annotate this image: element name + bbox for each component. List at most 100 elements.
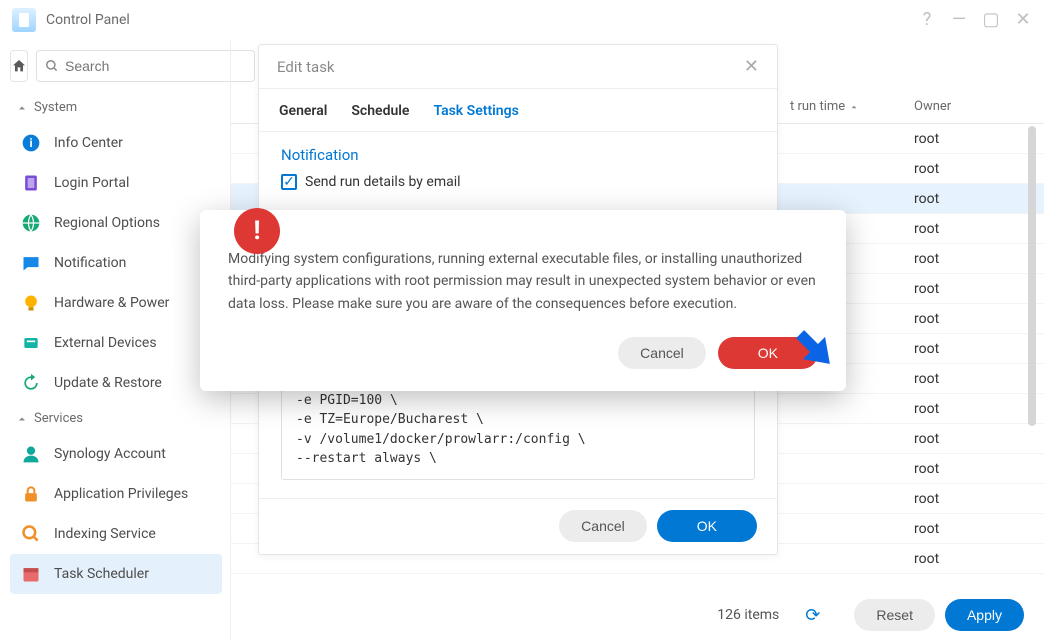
section-services[interactable]: Services bbox=[10, 403, 222, 434]
sidebar-item-login-portal[interactable]: Login Portal bbox=[10, 163, 222, 203]
cell-owner: root bbox=[904, 461, 1014, 477]
chevron-up-icon bbox=[16, 102, 28, 114]
sidebar-item-update-restore[interactable]: Update & Restore bbox=[10, 363, 222, 403]
scrollbar[interactable] bbox=[1028, 126, 1036, 586]
dialog-footer: Cancel OK bbox=[259, 498, 777, 554]
tab-task-settings[interactable]: Task Settings bbox=[433, 103, 518, 131]
sidebar-item-info-center[interactable]: i Info Center bbox=[10, 123, 222, 163]
close-icon[interactable]: ✕ bbox=[1014, 11, 1032, 29]
user-icon bbox=[21, 444, 41, 464]
dialog-title: Edit task bbox=[277, 58, 335, 76]
reset-button[interactable]: Reset bbox=[854, 599, 935, 631]
sidebar-item-regional-options[interactable]: Regional Options bbox=[10, 203, 222, 243]
sidebar-item-hardware-power[interactable]: Hardware & Power bbox=[10, 283, 222, 323]
window-title: Control Panel bbox=[46, 12, 130, 28]
col-runtime-label: t run time bbox=[790, 99, 845, 114]
tab-general[interactable]: General bbox=[279, 103, 327, 131]
refresh-icon bbox=[21, 373, 41, 393]
info-icon: i bbox=[21, 133, 41, 153]
sidebar-item-label: Hardware & Power bbox=[54, 295, 169, 311]
dialog-close-button[interactable]: ✕ bbox=[744, 56, 759, 77]
sidebar-item-label: External Devices bbox=[54, 335, 157, 351]
send-email-label: Send run details by email bbox=[305, 174, 461, 190]
home-icon bbox=[11, 58, 27, 74]
svg-text:i: i bbox=[29, 136, 32, 150]
dialog-tabs: General Schedule Task Settings bbox=[259, 89, 777, 132]
checkbox-checked-icon[interactable]: ✓ bbox=[281, 174, 297, 190]
maximize-icon[interactable]: ▢ bbox=[982, 11, 1000, 29]
warning-dialog: Modifying system configurations, running… bbox=[200, 210, 846, 391]
sidebar-item-label: Synology Account bbox=[54, 446, 166, 462]
bulb-icon bbox=[21, 293, 41, 313]
sidebar-item-label: Login Portal bbox=[54, 175, 129, 191]
sidebar-item-label: Task Scheduler bbox=[54, 566, 149, 582]
send-email-checkbox-row[interactable]: ✓ Send run details by email bbox=[281, 174, 755, 190]
arrow-annotation bbox=[786, 320, 842, 376]
door-icon bbox=[21, 173, 41, 193]
sidebar-item-application-privileges[interactable]: Application Privileges bbox=[10, 474, 222, 514]
search-icon bbox=[45, 59, 59, 73]
cell-owner: root bbox=[904, 281, 1014, 297]
cell-owner: root bbox=[904, 251, 1014, 267]
sidebar-item-indexing-service[interactable]: Indexing Service bbox=[10, 514, 222, 554]
sidebar-item-synology-account[interactable]: Synology Account bbox=[10, 434, 222, 474]
tab-schedule[interactable]: Schedule bbox=[351, 103, 409, 131]
title-bar: Control Panel ? — ▢ ✕ bbox=[0, 0, 1044, 40]
cell-owner: root bbox=[904, 341, 1014, 357]
sidebar-item-label: Notification bbox=[54, 255, 126, 271]
globe-icon bbox=[21, 213, 41, 233]
cell-owner: root bbox=[904, 221, 1014, 237]
cell-owner: root bbox=[904, 401, 1014, 417]
app-icon bbox=[12, 8, 36, 32]
dialog-header: Edit task ✕ bbox=[259, 45, 777, 89]
minimize-icon[interactable]: — bbox=[950, 11, 968, 29]
sidebar-item-external-devices[interactable]: External Devices bbox=[10, 323, 222, 363]
cell-owner: root bbox=[904, 161, 1014, 177]
device-icon bbox=[21, 333, 41, 353]
cell-owner: root bbox=[904, 131, 1014, 147]
warn-cancel-button[interactable]: Cancel bbox=[618, 337, 706, 369]
sort-asc-icon bbox=[849, 102, 859, 112]
help-icon[interactable]: ? bbox=[918, 11, 936, 29]
search-input[interactable] bbox=[65, 58, 246, 74]
warning-text: Modifying system configurations, running… bbox=[228, 248, 818, 315]
chevron-up-icon bbox=[16, 413, 28, 425]
sidebar: System i Info Center Login Portal Regiona… bbox=[0, 40, 230, 640]
sidebar-item-task-scheduler[interactable]: Task Scheduler bbox=[10, 554, 222, 594]
col-owner-label: Owner bbox=[914, 99, 951, 114]
edit-cancel-button[interactable]: Cancel bbox=[559, 510, 647, 542]
calendar-icon bbox=[21, 564, 41, 584]
section-system[interactable]: System bbox=[10, 92, 222, 123]
home-button[interactable] bbox=[10, 50, 28, 82]
warning-icon: ! bbox=[234, 208, 280, 254]
lock-icon bbox=[21, 484, 41, 504]
col-header-owner[interactable]: Owner bbox=[904, 99, 1014, 114]
refresh-button[interactable]: ⟳ bbox=[801, 601, 824, 630]
search-box[interactable] bbox=[36, 50, 255, 82]
cell-owner: root bbox=[904, 311, 1014, 327]
cell-owner: root bbox=[904, 521, 1014, 537]
warning-mark: ! bbox=[253, 216, 260, 246]
edit-ok-button[interactable]: OK bbox=[657, 510, 757, 542]
cell-owner: root bbox=[904, 491, 1014, 507]
sidebar-item-label: Info Center bbox=[54, 135, 123, 151]
sidebar-item-label: Regional Options bbox=[54, 215, 160, 231]
section-label: Services bbox=[34, 411, 83, 426]
cell-owner: root bbox=[904, 551, 1014, 567]
scroll-thumb[interactable] bbox=[1028, 126, 1036, 426]
apply-button[interactable]: Apply bbox=[945, 599, 1024, 631]
sidebar-item-label: Indexing Service bbox=[54, 526, 156, 542]
col-header-runtime[interactable]: t run time bbox=[784, 99, 904, 114]
notification-section-title: Notification bbox=[281, 146, 755, 164]
content-footer: 126 items ⟳ Reset Apply bbox=[231, 590, 1044, 640]
sidebar-item-label: Update & Restore bbox=[54, 375, 162, 391]
chat-icon bbox=[21, 253, 41, 273]
warning-actions: Cancel OK bbox=[228, 337, 818, 369]
items-count: 126 items bbox=[717, 607, 779, 623]
cell-owner: root bbox=[904, 371, 1014, 387]
sidebar-item-notification[interactable]: Notification bbox=[10, 243, 222, 283]
cell-owner: root bbox=[904, 431, 1014, 447]
cell-owner: root bbox=[904, 191, 1014, 207]
sidebar-item-label: Application Privileges bbox=[54, 486, 188, 502]
search-index-icon bbox=[21, 524, 41, 544]
